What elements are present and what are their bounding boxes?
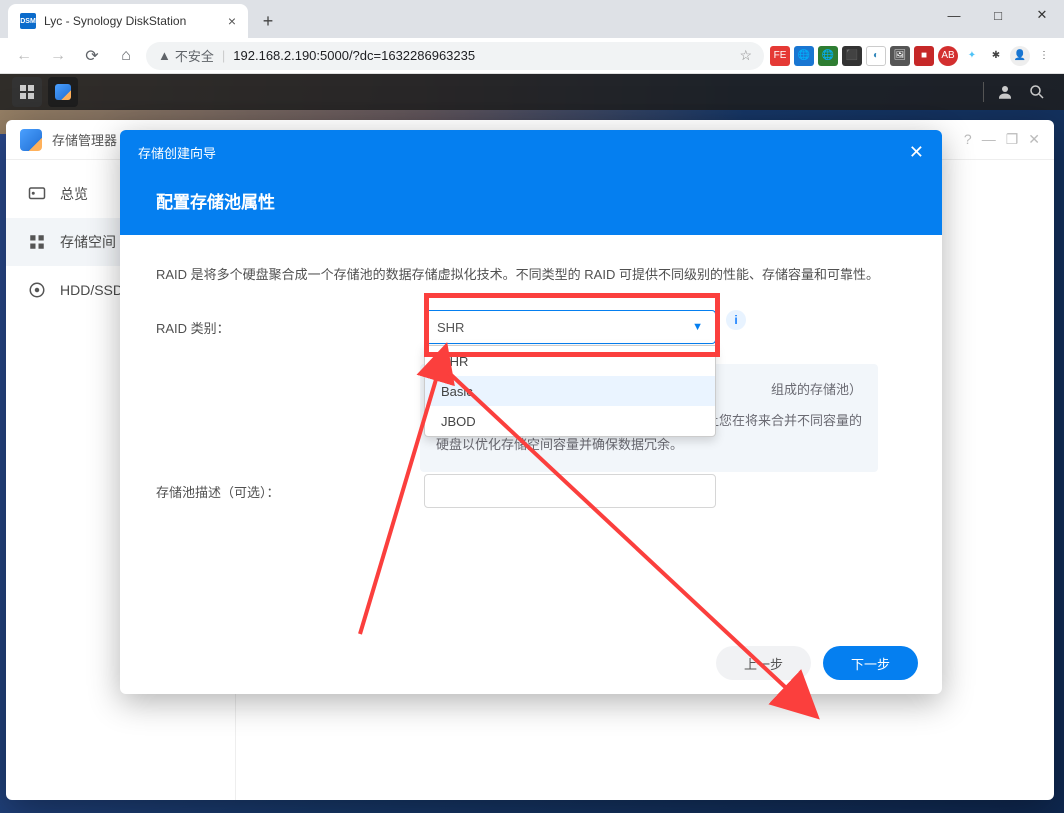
- sidebar-item-label: HDD/SSD: [60, 282, 123, 298]
- extensions-menu-icon[interactable]: ✱: [986, 46, 1006, 66]
- pool-description-label: 存储池描述（可选）：: [156, 474, 424, 501]
- raid-option-jbod[interactable]: JBOD: [425, 406, 715, 436]
- wizard-header: 存储创建向导 ✕: [120, 130, 942, 174]
- extension-icon[interactable]: FE: [770, 46, 790, 66]
- raid-type-label: RAID 类别：: [156, 310, 424, 337]
- extension-icon[interactable]: 🌐: [818, 46, 838, 66]
- minimize-button[interactable]: —: [932, 0, 976, 30]
- address-bar: ← → ⟳ ⌂ ▲ 不安全 | 192.168.2.190:5000/?dc=1…: [0, 38, 1064, 74]
- extension-icon[interactable]: ✦: [962, 46, 982, 66]
- extension-icon[interactable]: ⬛: [842, 46, 862, 66]
- window-maximize-icon[interactable]: ❐: [1006, 131, 1019, 148]
- warning-icon: ▲: [158, 48, 171, 63]
- wizard-footer: 上一步 下一步: [120, 632, 942, 694]
- dsm-search-icon[interactable]: [1022, 77, 1052, 107]
- extension-icon[interactable]: ◐: [866, 46, 886, 66]
- storage-creation-wizard: 存储创建向导 ✕ 配置存储池属性 RAID 是将多个硬盘聚合成一个存储池的数据存…: [120, 130, 942, 694]
- tab-favicon: DSM: [20, 13, 36, 29]
- wizard-description: RAID 是将多个硬盘聚合成一个存储池的数据存储虚拟化技术。不同类型的 RAID…: [156, 263, 906, 286]
- raid-selected-value: SHR: [437, 320, 464, 335]
- close-button[interactable]: ✕: [1020, 0, 1064, 30]
- raid-type-dropdown: SHR Basic JBOD: [424, 345, 716, 437]
- sidebar-item-label: 总览: [60, 184, 88, 204]
- extension-adblock-icon[interactable]: AB: [938, 46, 958, 66]
- profile-avatar[interactable]: 👤: [1010, 46, 1030, 66]
- browser-tab[interactable]: DSM Lyc - Synology DiskStation ×: [8, 4, 248, 38]
- reload-button[interactable]: ⟳: [78, 42, 106, 70]
- storage-icon: [28, 233, 46, 251]
- maximize-button[interactable]: □: [976, 0, 1020, 30]
- wizard-header-title: 存储创建向导: [138, 143, 216, 162]
- browser-menu-icon[interactable]: ⋮: [1034, 46, 1054, 66]
- url-text: 192.168.2.190:5000/?dc=1632286963235: [233, 48, 475, 63]
- back-button[interactable]: ←: [10, 42, 38, 70]
- window-controls: — □ ✕: [932, 0, 1064, 30]
- extension-icon[interactable]: 🌐: [794, 46, 814, 66]
- overview-icon: [28, 185, 46, 203]
- browser-tab-strip: DSM Lyc - Synology DiskStation × + — □ ✕: [0, 0, 1064, 38]
- forward-button[interactable]: →: [44, 42, 72, 70]
- dsm-top-bar: [0, 74, 1064, 110]
- dsm-desktop: 存储管理器 ? — ❐ ✕ 总览 存储空: [0, 74, 1064, 813]
- bookmark-star-icon[interactable]: ☆: [739, 47, 752, 64]
- raid-type-select[interactable]: SHR ▼: [424, 310, 716, 344]
- prev-button[interactable]: 上一步: [716, 646, 811, 680]
- extensions-area: FE 🌐 🌐 ⬛ ◐ 🖼 ■ AB ✦ ✱ 👤 ⋮: [770, 46, 1054, 66]
- storage-manager-icon: [20, 129, 42, 151]
- wizard-step-title: 配置存储池属性: [120, 174, 942, 235]
- window-minimize-icon[interactable]: —: [982, 131, 996, 148]
- tab-title: Lyc - Synology DiskStation: [44, 14, 186, 28]
- extension-icon[interactable]: ■: [914, 46, 934, 66]
- window-title: 存储管理器: [52, 130, 117, 149]
- tab-close-icon[interactable]: ×: [228, 13, 236, 29]
- home-button[interactable]: ⌂: [112, 42, 140, 70]
- sidebar-item-label: 存储空间: [60, 232, 116, 252]
- security-indicator[interactable]: ▲ 不安全: [158, 46, 214, 65]
- dsm-user-icon[interactable]: [990, 77, 1020, 107]
- help-icon[interactable]: ?: [964, 131, 972, 148]
- chevron-down-icon: ▼: [692, 321, 703, 333]
- new-tab-button[interactable]: +: [254, 7, 282, 35]
- insecure-label: 不安全: [175, 46, 214, 65]
- extension-icon[interactable]: 🖼: [890, 46, 910, 66]
- raid-option-basic[interactable]: Basic: [425, 376, 715, 406]
- hdd-icon: [28, 281, 46, 299]
- wizard-close-icon[interactable]: ✕: [909, 142, 924, 163]
- dsm-storage-manager-taskbar-icon[interactable]: [48, 77, 78, 107]
- next-button[interactable]: 下一步: [823, 646, 918, 680]
- info-icon[interactable]: i: [726, 310, 746, 330]
- window-close-icon[interactable]: ✕: [1028, 131, 1040, 148]
- dsm-main-menu-icon[interactable]: [12, 77, 42, 107]
- raid-option-shr[interactable]: SHR: [425, 346, 715, 376]
- url-input[interactable]: ▲ 不安全 | 192.168.2.190:5000/?dc=163228696…: [146, 42, 764, 70]
- pool-description-input[interactable]: [424, 474, 716, 508]
- note-line2-rest: 硬盘以优化存储空间容量并确保数据冗余。: [436, 433, 862, 458]
